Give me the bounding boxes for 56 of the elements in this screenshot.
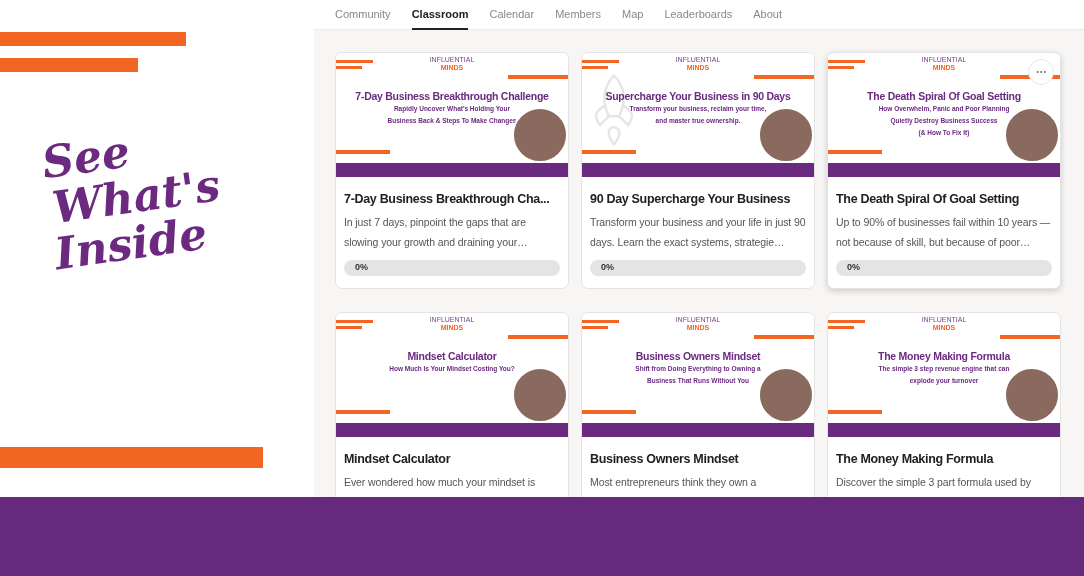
cover-title: 7-Day Business Breakthrough Challenge	[355, 89, 549, 103]
course-card[interactable]	[827, 52, 1061, 289]
nav-tab[interactable]: Classroom	[411, 0, 469, 30]
accent-stripe	[754, 75, 814, 79]
accent-stripe	[828, 410, 882, 414]
cover-title: The Money Making Formula	[878, 349, 1010, 363]
nav-tab[interactable]: Members	[555, 0, 601, 30]
nav-tab[interactable]: Map	[621, 0, 644, 30]
accent-stripe	[336, 66, 362, 69]
accent-stripe	[336, 320, 373, 323]
progress-label: 0%	[601, 261, 614, 275]
progress-label: 0%	[847, 261, 860, 275]
course-title: 90 Day Supercharge Your Business	[590, 191, 791, 208]
cover-title: Mindset Calculator	[407, 349, 497, 363]
accent-stripe	[828, 66, 854, 69]
accent-stripe	[828, 60, 865, 63]
accent-stripe	[336, 150, 390, 154]
accent-stripe	[336, 410, 390, 414]
course-card[interactable]	[581, 52, 815, 289]
accent-stripe	[336, 60, 373, 63]
accent-stripe	[582, 320, 619, 323]
accent-stripe	[582, 326, 608, 329]
progress-label: 0%	[355, 261, 368, 275]
course-title: The Money Making Formula	[836, 451, 994, 468]
nav-tab[interactable]: About	[753, 0, 782, 30]
accent-stripe	[582, 60, 619, 63]
course-description: Discover the simple 3 part formula used by	[836, 475, 1032, 490]
course-title: Business Owners Mindset	[590, 451, 739, 468]
cover-title: Business Owners Mindset	[635, 349, 761, 363]
course-description: Transform your business and your life in just 90 days. Learn the exact systems, strategie…	[590, 215, 806, 250]
accent-stripe	[582, 410, 636, 414]
accent-stripe	[828, 320, 865, 323]
accent-stripe	[508, 335, 568, 339]
course-card[interactable]	[335, 52, 569, 289]
accent-stripe	[754, 335, 814, 339]
accent-stripe	[336, 326, 362, 329]
accent-stripe	[828, 326, 854, 329]
nav-tab[interactable]: Leaderboards	[664, 0, 733, 30]
course-title: The Death Spiral Of Goal Setting	[836, 191, 1020, 208]
cover-title: Supercharge Your Business in 90 Days	[605, 89, 791, 103]
accent-stripe	[582, 66, 608, 69]
headline-lettering: See What's Inside	[39, 124, 225, 278]
course-description: Most entrepreneurs think they own a	[590, 475, 758, 490]
accent-stripe	[1000, 335, 1060, 339]
nav-tab[interactable]: Calendar	[489, 0, 535, 30]
accent-stripe	[828, 150, 882, 154]
more-button[interactable]	[1028, 59, 1054, 85]
cover-title: The Death Spiral Of Goal Setting	[867, 89, 1021, 103]
course-description: Ever wondered how much your mindset is	[344, 475, 537, 490]
course-title: Mindset Calculator	[344, 451, 451, 468]
accent-stripe	[508, 75, 568, 79]
nav-tab[interactable]: Community	[335, 0, 391, 30]
course-title: 7-Day Business Breakthrough Cha...	[344, 191, 550, 208]
course-description: Up to 90% of businesses fail within 10 years — not because of skill, but because of poor…	[836, 215, 1052, 250]
accent-stripe	[582, 150, 636, 154]
course-description: In just 7 days, pinpoint the gaps that are slowing your growth and draining your…	[344, 215, 529, 250]
